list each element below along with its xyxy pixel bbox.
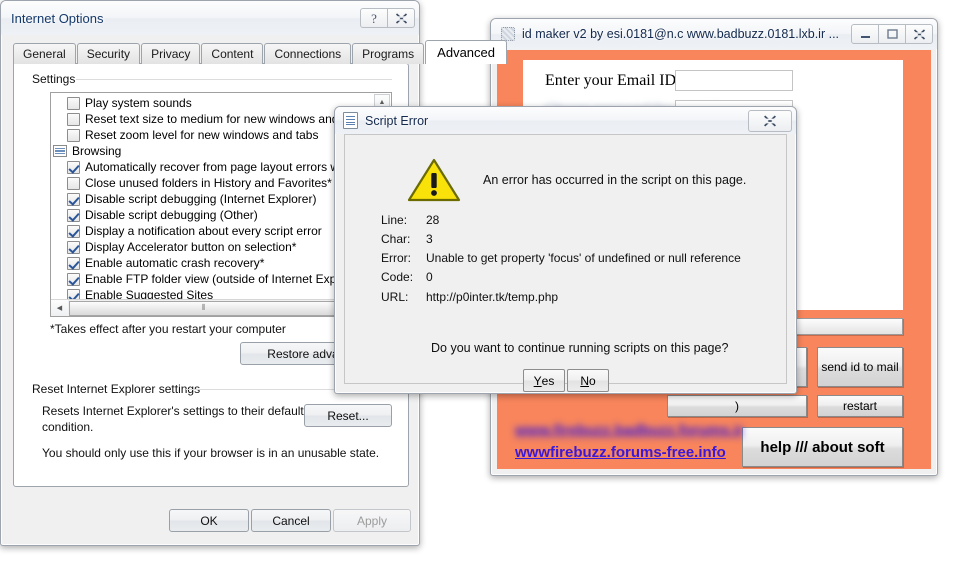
checkbox[interactable]: [67, 272, 80, 286]
reset-warning-text: You should only use this if your browser…: [42, 446, 380, 460]
list-item-label: Disable script debugging (Other): [85, 208, 258, 222]
list-item-label: Browsing: [72, 144, 122, 158]
field-value-error: Unable to get property 'focus' of undefi…: [426, 251, 741, 265]
checkbox[interactable]: [67, 128, 80, 142]
close-button[interactable]: [905, 24, 933, 44]
yes-button-accel: Y: [533, 373, 542, 388]
checkbox[interactable]: [67, 112, 80, 126]
internet-options-title: Internet Options: [11, 10, 104, 26]
field-label-url: URL:: [381, 290, 409, 304]
tab-programs[interactable]: Programs: [352, 43, 425, 64]
checkbox[interactable]: [67, 160, 80, 174]
reset-description-line1: Resets Internet Explorer's settings to t…: [42, 404, 304, 418]
no-button[interactable]: No: [567, 369, 609, 392]
link-firebuzz-badbuzz[interactable]: www.firebuzz.badbuzz.forums.ir: [515, 422, 744, 439]
field-label-char: Char:: [381, 232, 411, 246]
list-item-label: Reset zoom level for new windows and tab…: [85, 128, 319, 142]
maximize-button[interactable]: [878, 24, 906, 44]
script-error-body: An error has occurred in the script on t…: [344, 134, 787, 392]
yes-button-rest: es: [541, 373, 555, 388]
checkbox[interactable]: [67, 224, 80, 238]
document-icon: [343, 112, 358, 129]
tab-general[interactable]: General: [13, 43, 76, 64]
no-button-rest: o: [588, 373, 596, 388]
list-item-label: Reset text size to medium for new window…: [85, 112, 365, 126]
script-error-titlebar[interactable]: Script Error: [335, 107, 796, 134]
minimize-button[interactable]: [851, 24, 879, 44]
category-icon: [53, 145, 67, 157]
reset-button[interactable]: Reset...: [304, 404, 392, 427]
ok-button[interactable]: OK: [169, 509, 249, 532]
list-item-label: Display Accelerator button on selection*: [85, 240, 297, 254]
yes-button[interactable]: Yes: [523, 369, 565, 392]
warning-row: An error has occurred in the script on t…: [345, 157, 786, 203]
field-value-url: http://p0inter.tk/temp.php: [426, 290, 559, 304]
checkbox[interactable]: [67, 96, 80, 110]
tab-privacy[interactable]: Privacy: [141, 43, 201, 64]
internet-options-window-controls: ?: [360, 8, 415, 29]
email-input[interactable]: [675, 70, 793, 91]
field-value-code: 0: [426, 270, 433, 284]
script-error-dialog: Script Error An error has occurred in th…: [334, 106, 797, 394]
close-icon[interactable]: [748, 109, 792, 132]
list-item-label: Enable FTP folder view (outside of Inter…: [85, 272, 365, 286]
field-value-char: 3: [426, 232, 433, 246]
field-label-code: Code:: [381, 270, 414, 284]
checkbox[interactable]: [67, 240, 80, 254]
settings-group-divider: [76, 79, 392, 80]
scroll-left-button[interactable]: ◀: [51, 300, 68, 316]
field-value-line: 28: [426, 213, 440, 227]
tab-connections[interactable]: Connections: [264, 43, 352, 64]
field-label-line: Line:: [381, 213, 408, 227]
list-item-label: Close unused folders in History and Favo…: [85, 176, 332, 190]
apply-button: Apply: [333, 509, 411, 532]
no-button-accel: N: [580, 373, 589, 388]
tab-security[interactable]: Security: [76, 43, 141, 64]
settings-group-label: Settings: [28, 72, 80, 86]
help-about-soft-button[interactable]: help /// about soft: [742, 427, 903, 467]
partial-button-left-bottom[interactable]: ): [667, 395, 807, 417]
tab-advanced[interactable]: Advanced: [425, 40, 507, 64]
email-label: Enter your Email ID: [545, 72, 677, 89]
script-error-window-controls: [748, 109, 792, 132]
send-id-to-mail-button[interactable]: send id to mail: [817, 347, 903, 387]
tab-strip: General Security Privacy Content Connect…: [13, 40, 508, 64]
id-maker-title: id maker v2 by esi.0181@n.c www.badbuzz.…: [522, 27, 840, 41]
checkbox[interactable]: [67, 192, 80, 206]
list-item-label: Display a notification about every scrip…: [85, 224, 322, 238]
scrollbar-thumb[interactable]: ⦀: [69, 300, 339, 316]
list-item-label: Play system sounds: [85, 96, 192, 110]
checkbox[interactable]: [67, 256, 80, 270]
field-label-error: Error:: [381, 251, 411, 265]
link-firebuzz-forums-free[interactable]: wwwfirebuzz.forums-free.info: [515, 444, 726, 461]
checkbox[interactable]: [67, 176, 80, 190]
list-item-label: Disable script debugging (Internet Explo…: [85, 192, 317, 206]
tab-content[interactable]: Content: [201, 43, 264, 64]
reset-description-line2: condition.: [42, 420, 94, 434]
screen: id maker v2 by esi.0181@n.c www.badbuzz.…: [0, 0, 960, 582]
internet-options-titlebar[interactable]: Internet Options ?: [1, 1, 419, 35]
restart-button[interactable]: restart: [817, 395, 903, 417]
app-icon: [501, 27, 515, 41]
svg-text:?: ?: [371, 12, 377, 25]
id-maker-window-controls: [851, 24, 933, 45]
close-button[interactable]: [387, 8, 415, 28]
help-button[interactable]: ?: [360, 8, 388, 28]
reset-group-label: Reset Internet Explorer settings: [28, 382, 205, 396]
continue-question: Do you want to continue running scripts …: [431, 341, 729, 355]
restart-note: *Takes effect after you restart your com…: [50, 322, 286, 336]
error-message: An error has occurred in the script on t…: [483, 173, 747, 187]
cancel-button[interactable]: Cancel: [251, 509, 331, 532]
script-error-title: Script Error: [365, 113, 429, 128]
warning-triangle-icon: [407, 157, 461, 203]
id-maker-titlebar[interactable]: id maker v2 by esi.0181@n.c www.badbuzz.…: [491, 19, 937, 49]
checkbox[interactable]: [67, 208, 80, 222]
list-item-label: Enable automatic crash recovery*: [85, 256, 265, 270]
